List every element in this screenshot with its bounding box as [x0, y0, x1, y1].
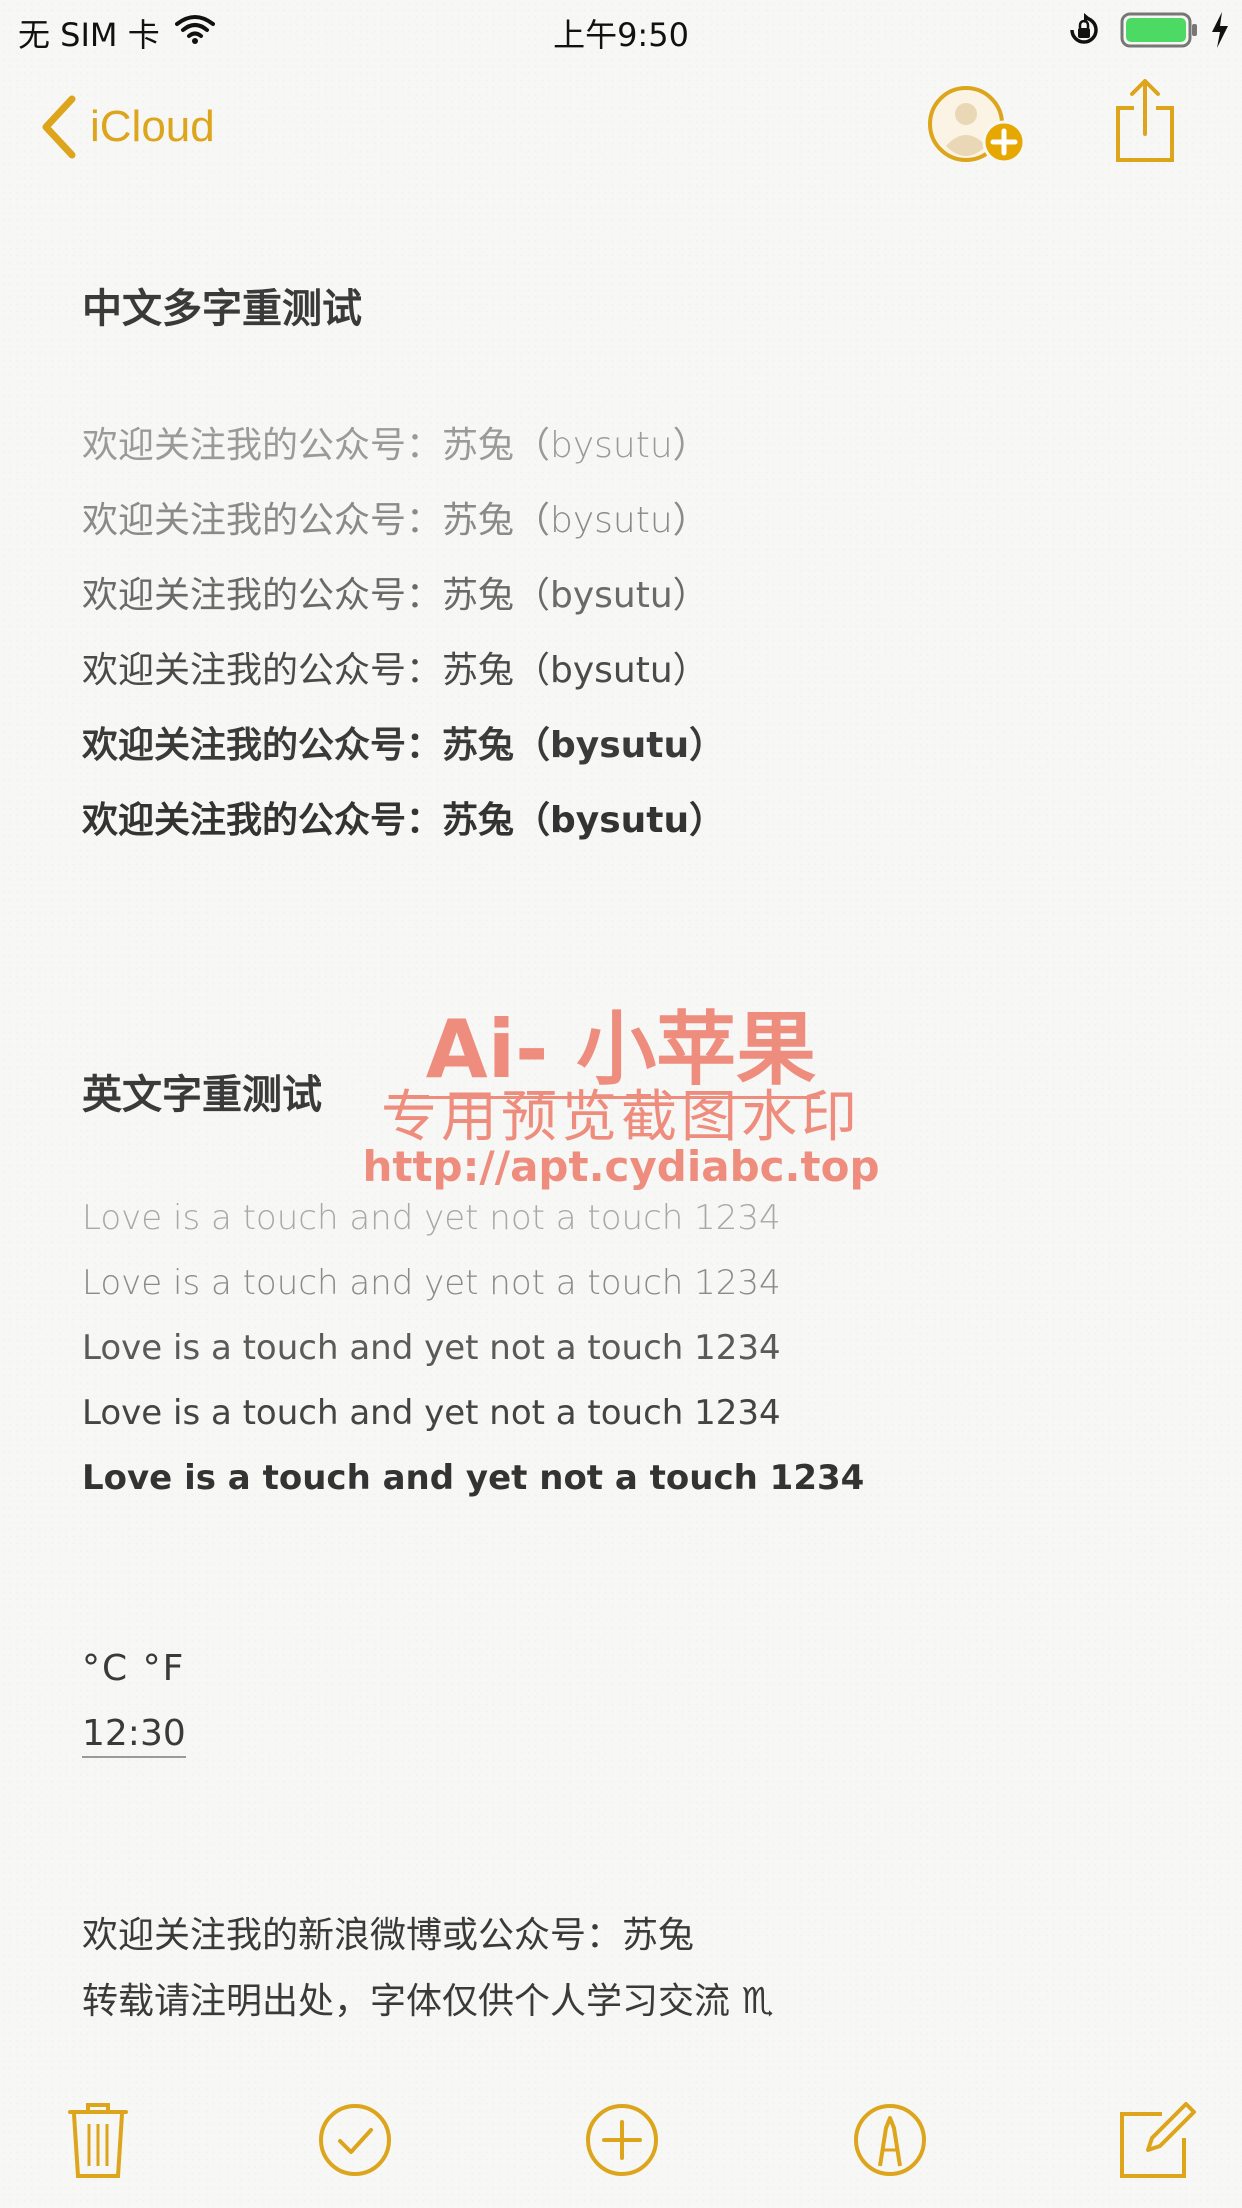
heading-chinese: 中文多字重测试: [82, 286, 362, 332]
charging-bolt-icon: [1212, 12, 1228, 48]
en-weight-line-2: Love is a touch and yet not a touch 1234: [82, 1263, 781, 1303]
battery-icon: [1120, 12, 1197, 48]
temperature-units: °C °F: [82, 1648, 186, 1689]
en-weight-line-4: Love is a touch and yet not a touch 1234: [82, 1393, 781, 1433]
zh-weight-line-6: 欢迎关注我的公众号：苏兔（bysutu）: [82, 800, 726, 841]
en-weight-line-3: Love is a touch and yet not a touch 1234: [82, 1328, 781, 1368]
zh-weight-line-4: 欢迎关注我的公众号：苏兔（bysutu）: [82, 650, 709, 691]
zh-weight-line-2: 欢迎关注我的公众号：苏兔（bysutu）: [82, 500, 709, 541]
status-bar: 无 SIM 卡 上午9:50: [0, 0, 1242, 60]
add-people-button[interactable]: [926, 84, 1032, 170]
markup-pen-button[interactable]: [850, 2100, 930, 2180]
compose-button[interactable]: [1118, 2100, 1198, 2180]
en-weight-line-1: Love is a touch and yet not a touch 1234: [82, 1198, 781, 1238]
en-weight-line-5: Love is a touch and yet not a touch 1234: [82, 1458, 865, 1498]
watermark-subtitle: 专用预览截图水印: [381, 1085, 861, 1150]
chevron-left-icon: [42, 95, 76, 159]
zh-weight-line-3: 欢迎关注我的公众号：苏兔（bysutu）: [82, 575, 709, 616]
time-value-link[interactable]: 12:30: [82, 1713, 186, 1758]
footer-line-1: 欢迎关注我的新浪微博或公众号：苏兔: [82, 1915, 695, 1956]
add-button[interactable]: [582, 2100, 662, 2180]
status-time: 上午9:50: [553, 16, 689, 54]
back-label: iCloud: [90, 102, 215, 151]
zh-weight-line-5: 欢迎关注我的公众号：苏兔（bysutu）: [82, 725, 726, 766]
checklist-button[interactable]: [315, 2100, 395, 2180]
trash-button[interactable]: [58, 2100, 138, 2180]
watermark-url: http://apt.cydiabc.top: [362, 1142, 880, 1191]
footer-line-2: 转载请注明出处，字体仅供个人学习交流 ♏: [82, 1981, 774, 2022]
rotation-lock-icon: [1070, 13, 1098, 44]
zh-weight-line-1: 欢迎关注我的公众号：苏兔（bysutu）: [82, 425, 709, 466]
share-button[interactable]: [1112, 78, 1178, 166]
back-button[interactable]: iCloud: [40, 92, 215, 162]
